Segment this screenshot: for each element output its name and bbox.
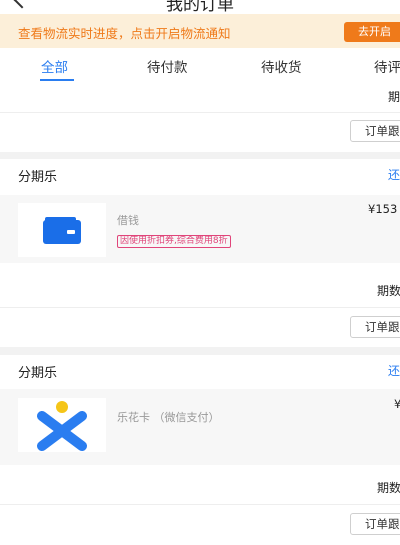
repay-link[interactable]: 还 — [388, 166, 400, 183]
product-thumbnail — [18, 398, 106, 452]
period-label: 期 — [388, 90, 400, 104]
product-name: 借钱 — [117, 214, 139, 227]
section-title: 分期乐 — [18, 366, 58, 381]
product-price: ¥ — [394, 397, 400, 411]
order-tracking-button[interactable]: 订单跟 — [350, 120, 400, 142]
tab-pending-receipt[interactable]: 待收货 — [261, 56, 302, 76]
order-card: 分期乐 还 乐花卡 （微信支付） ¥ 期数 订单跟 — [0, 355, 400, 545]
enable-notification-button[interactable]: 去开启 — [344, 22, 400, 42]
section-title: 分期乐 — [18, 170, 58, 185]
repay-link[interactable]: 还 — [388, 362, 400, 379]
order-tracking-button[interactable]: 订单跟 — [350, 316, 400, 338]
product-row[interactable]: 乐花卡 （微信支付） ¥ — [0, 389, 400, 465]
logistics-notice-banner: 查看物流实时进度，点击开启物流通知 去开启 — [0, 14, 400, 48]
active-tab-underline — [40, 79, 74, 81]
order-card: 期 订单跟 — [0, 82, 400, 152]
notice-text: 查看物流实时进度，点击开启物流通知 — [18, 26, 231, 41]
product-thumbnail — [18, 203, 106, 257]
order-tabs: 全部 待付款 待收货 待评 — [0, 48, 400, 82]
tab-all[interactable]: 全部 — [41, 56, 68, 76]
divider — [0, 112, 400, 113]
period-label: 期数 — [377, 284, 400, 298]
divider — [0, 307, 400, 308]
lehua-card-logo-icon — [37, 401, 87, 451]
page-title: 我的订单 — [166, 0, 234, 14]
order-tracking-button[interactable]: 订单跟 — [350, 513, 400, 535]
nav-header: 我的订单 — [0, 0, 400, 14]
order-card: 分期乐 还 借钱 因使用折扣券,综合费用8折 ¥153 期数 订单跟 — [0, 159, 400, 347]
divider — [0, 504, 400, 505]
tab-pending-payment[interactable]: 待付款 — [147, 56, 188, 76]
product-price: ¥153 — [368, 202, 398, 216]
tab-pending-review[interactable]: 待评 — [374, 56, 400, 76]
wallet-icon — [43, 217, 81, 244]
product-name: 乐花卡 （微信支付） — [117, 411, 220, 424]
product-row[interactable]: 借钱 因使用折扣券,综合费用8折 ¥153 — [0, 195, 400, 263]
discount-tag: 因使用折扣券,综合费用8折 — [117, 235, 231, 248]
period-label: 期数 — [377, 481, 400, 495]
